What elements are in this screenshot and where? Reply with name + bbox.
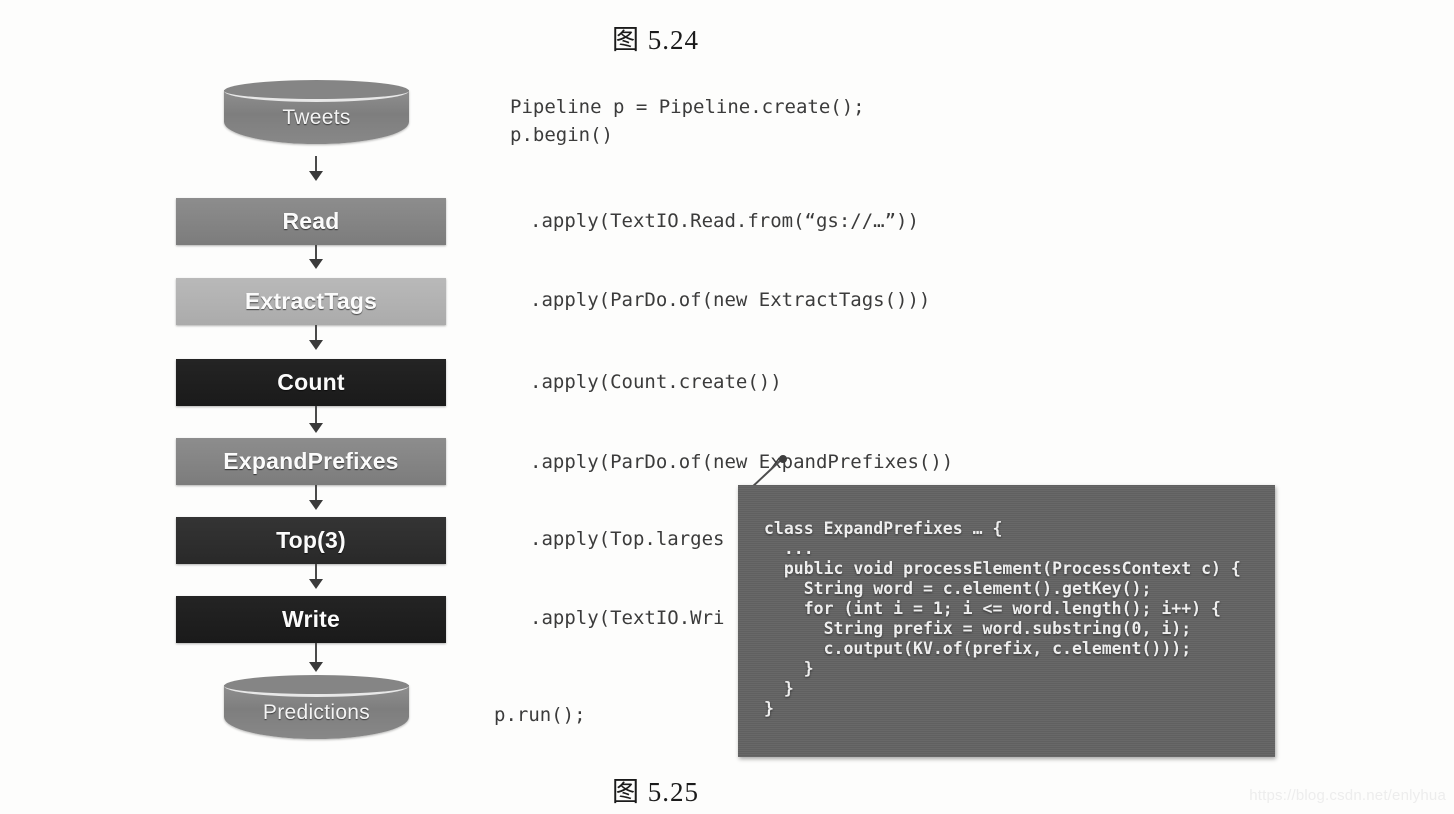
pipeline-flowchart: Tweets Read ExtractTags Count ExpandPref…	[176, 80, 456, 745]
flow-node-tweets: Tweets	[224, 80, 409, 152]
flow-arrow-count-expandprefixes	[309, 406, 323, 436]
flow-node-extracttags: ExtractTags	[176, 278, 446, 325]
cylinder-top-ellipse	[224, 80, 409, 102]
flow-node-label-count: Count	[277, 369, 345, 395]
flow-node-label-predictions: Predictions	[262, 701, 371, 724]
code-line-apply-top: .apply(Top.larges	[530, 528, 725, 550]
figure-caption-top: 图 5.24	[612, 25, 699, 55]
flow-node-predictions: Predictions	[224, 675, 409, 747]
watermark-url: https://blog.csdn.net/enlyhua	[1249, 787, 1446, 804]
flow-arrow-top3-write	[309, 564, 323, 592]
flow-node-label-top3: Top(3)	[276, 527, 346, 553]
flow-node-label-expandprefixes: ExpandPrefixes	[223, 448, 399, 474]
flow-node-read: Read	[176, 198, 446, 245]
flow-node-label-write: Write	[281, 606, 341, 632]
code-line-apply-write: .apply(TextIO.Wri	[530, 607, 725, 629]
cylinder-top-ellipse	[224, 675, 409, 697]
code-line-apply-count: .apply(Count.create())	[530, 371, 782, 393]
pipeline-code-listing: Pipeline p = Pipeline.create(); p.begin(…	[494, 96, 1014, 726]
figure-caption-bottom: 图 5.25	[612, 777, 699, 807]
expandprefixes-code-panel: class ExpandPrefixes … { ... public void…	[738, 485, 1275, 757]
flow-node-top3: Top(3)	[176, 517, 446, 564]
flow-node-label-tweets: Tweets	[282, 106, 351, 129]
code-line-pipeline-begin: p.begin()	[510, 124, 613, 146]
flow-node-write: Write	[176, 596, 446, 643]
code-line-pipeline-create: Pipeline p = Pipeline.create();	[510, 96, 865, 118]
flow-arrow-expandprefixes-top3	[309, 485, 323, 513]
expandprefixes-code-body: class ExpandPrefixes … { ... public void…	[764, 519, 1241, 718]
flow-arrow-write-predictions	[309, 643, 323, 675]
flow-arrow-tweets-read	[309, 156, 323, 182]
code-line-apply-read: .apply(TextIO.Read.from(“gs://…”))	[530, 210, 919, 232]
flow-arrow-read-extracttags	[309, 245, 323, 271]
flow-node-label-extracttags: ExtractTags	[244, 288, 378, 314]
flow-arrow-extracttags-count	[309, 325, 323, 353]
code-line-pipeline-run: p.run();	[494, 704, 586, 726]
flow-node-expandprefixes: ExpandPrefixes	[176, 438, 446, 485]
flow-node-label-read: Read	[282, 208, 340, 234]
flow-node-count: Count	[176, 359, 446, 406]
code-line-apply-extract: .apply(ParDo.of(new ExtractTags()))	[530, 289, 931, 311]
